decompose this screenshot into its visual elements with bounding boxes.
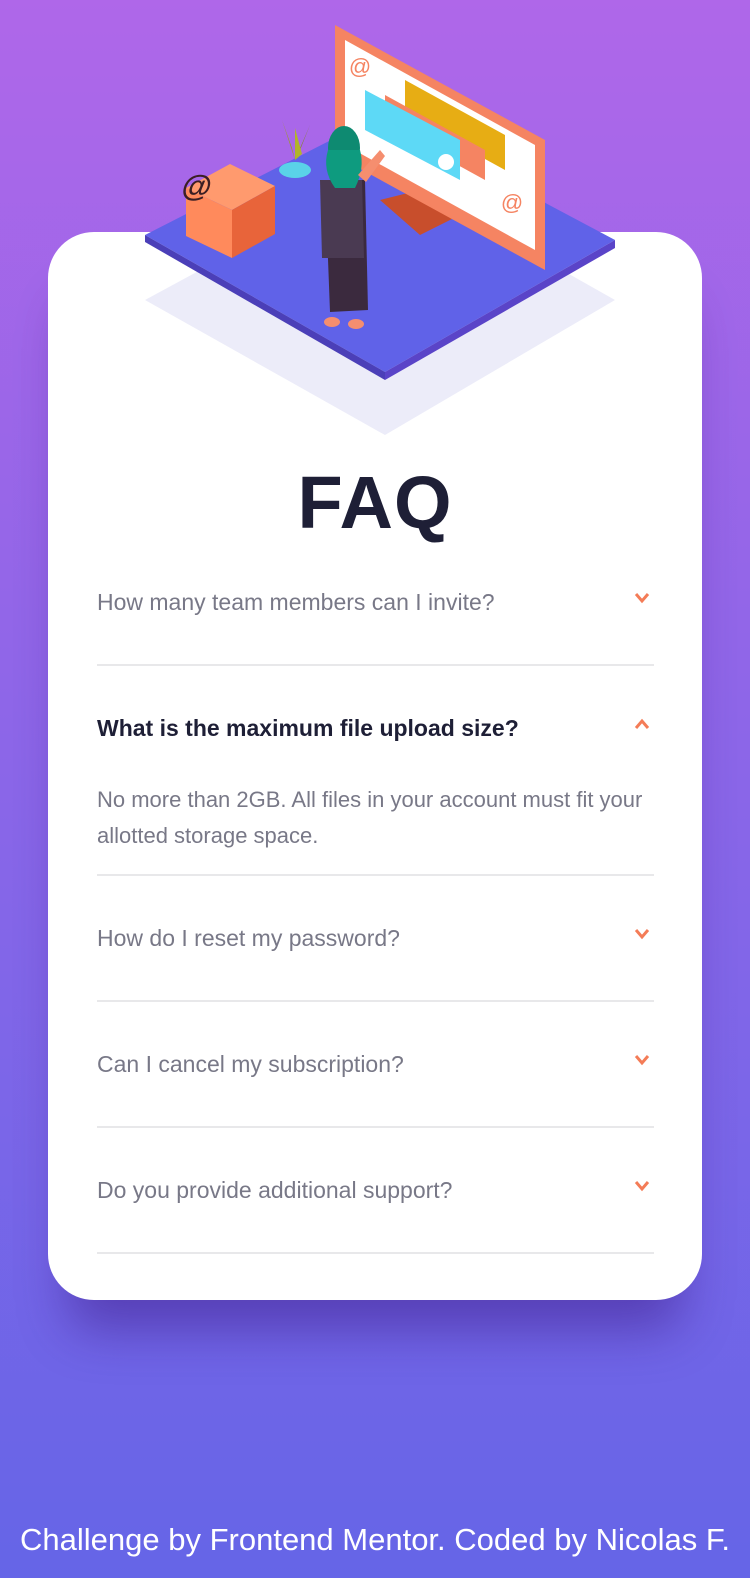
faq-question-text: How many team members can I invite? [97, 589, 495, 615]
faq-question-button[interactable]: What is the maximum file upload size? [97, 666, 654, 790]
faq-question-button[interactable]: Can I cancel my subscription? [97, 1002, 654, 1126]
faq-question-button[interactable]: How do I reset my password? [97, 876, 654, 1000]
faq-question-text: Do you provide additional support? [97, 1177, 453, 1203]
footer-credit: Challenge by Frontend Mentor. Coded by N… [20, 1522, 730, 1557]
woman-at-computer-illustration: @ @ @ [145, 25, 615, 435]
faq-question-button[interactable]: Do you provide additional support? [97, 1128, 654, 1252]
chevron-down-icon [634, 929, 650, 940]
faq-question-text: How do I reset my password? [97, 925, 400, 951]
chevron-down-icon [634, 1181, 650, 1192]
svg-text:@: @ [349, 54, 371, 79]
faq-question-text: What is the maximum file upload size? [97, 715, 519, 741]
page-title: FAQ [297, 460, 453, 544]
chevron-down-icon [634, 593, 650, 604]
faq-item: Can I cancel my subscription? [97, 1002, 654, 1128]
faq-answer-text: No more than 2GB. All files in your acco… [97, 787, 643, 848]
faq-question-text: Can I cancel my subscription? [97, 1051, 404, 1077]
faq-accordion: How many team members can I invite? What… [97, 540, 654, 1254]
faq-item: What is the maximum file upload size? No… [97, 666, 654, 876]
faq-item: How many team members can I invite? [97, 540, 654, 666]
chevron-up-icon [634, 718, 650, 729]
chevron-down-icon [634, 1055, 650, 1066]
svg-text:@: @ [501, 190, 523, 215]
faq-item: How do I reset my password? [97, 876, 654, 1002]
faq-question-button[interactable]: How many team members can I invite? [97, 540, 654, 664]
faq-item: Do you provide additional support? [97, 1128, 654, 1254]
svg-text:@: @ [179, 170, 214, 203]
